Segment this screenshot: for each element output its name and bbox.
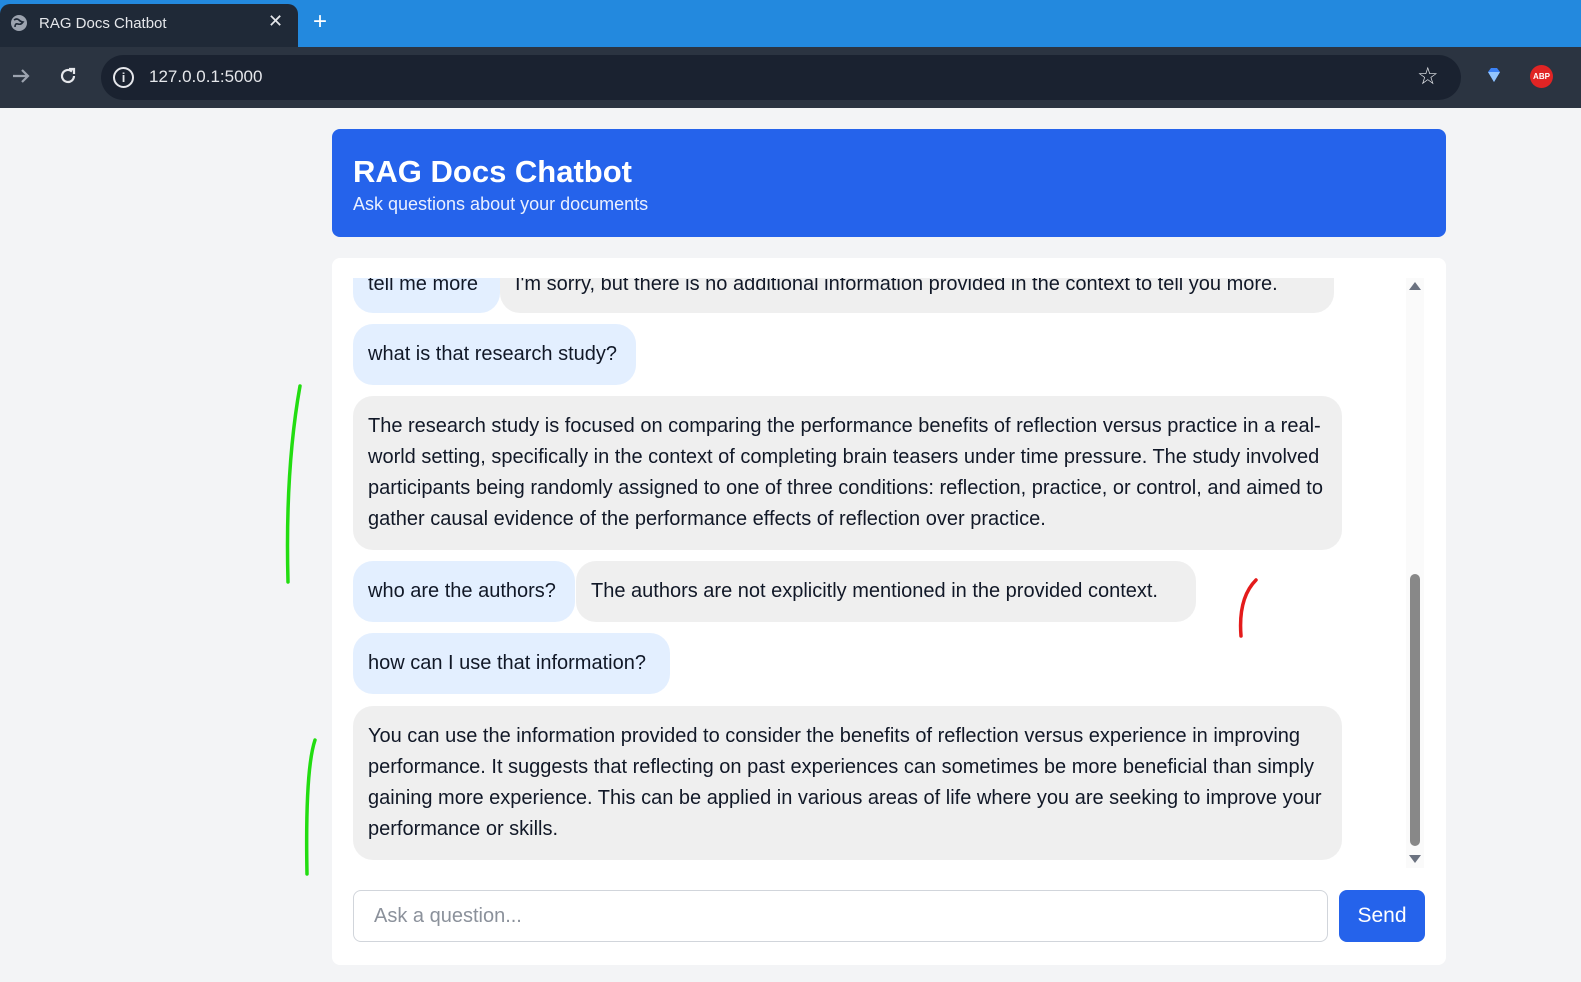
user-message: how can I use that information? [353, 633, 670, 694]
bot-message: The authors are not explicitly mentioned… [576, 561, 1196, 622]
user-message: tell me more [353, 278, 500, 313]
user-message: who are the authors? [353, 561, 575, 622]
scroll-down-arrow-icon[interactable] [1409, 855, 1421, 863]
chat-panel: tell me more I'm sorry, but there is no … [332, 258, 1446, 965]
browser-toolbar: i 127.0.0.1:5000 ☆ ABP [0, 47, 1581, 108]
close-icon[interactable]: ✕ [268, 11, 283, 32]
tab-title: RAG Docs Chatbot [39, 15, 167, 32]
message-list[interactable]: tell me more I'm sorry, but there is no … [332, 278, 1402, 876]
browser-tab[interactable]: RAG Docs Chatbot ✕ [0, 4, 298, 47]
reload-icon[interactable] [57, 65, 79, 93]
address-bar[interactable]: i 127.0.0.1:5000 ☆ [101, 55, 1461, 100]
green-annotation-mark [285, 384, 302, 584]
user-message: what is that research study? [353, 324, 636, 385]
info-icon[interactable]: i [113, 67, 134, 88]
adblock-icon[interactable]: ABP [1530, 65, 1553, 88]
globe-icon [11, 15, 27, 31]
gem-extension-icon[interactable] [1484, 65, 1504, 85]
forward-icon[interactable] [10, 65, 32, 93]
scrollbar-thumb[interactable] [1410, 574, 1420, 846]
bot-message: I'm sorry, but there is no additional in… [500, 278, 1334, 313]
page-subtitle: Ask questions about your documents [353, 194, 649, 214]
url-text[interactable]: 127.0.0.1:5000 [149, 67, 262, 87]
green-annotation-mark [304, 738, 317, 876]
app-header: RAG Docs Chatbot Ask questions about you… [332, 129, 1446, 237]
star-icon[interactable]: ☆ [1417, 62, 1439, 91]
browser-tab-bar: RAG Docs Chatbot ✕ + [0, 0, 1581, 47]
page-title: RAG Docs Chatbot [353, 154, 632, 189]
chat-scrollbar[interactable] [1406, 278, 1424, 868]
bot-message: You can use the information provided to … [353, 706, 1342, 860]
bot-message: The research study is focused on compari… [353, 396, 1342, 550]
new-tab-button[interactable]: + [313, 8, 327, 36]
send-button[interactable]: Send [1339, 890, 1425, 942]
scroll-up-arrow-icon[interactable] [1409, 282, 1421, 290]
question-input[interactable] [353, 890, 1328, 942]
